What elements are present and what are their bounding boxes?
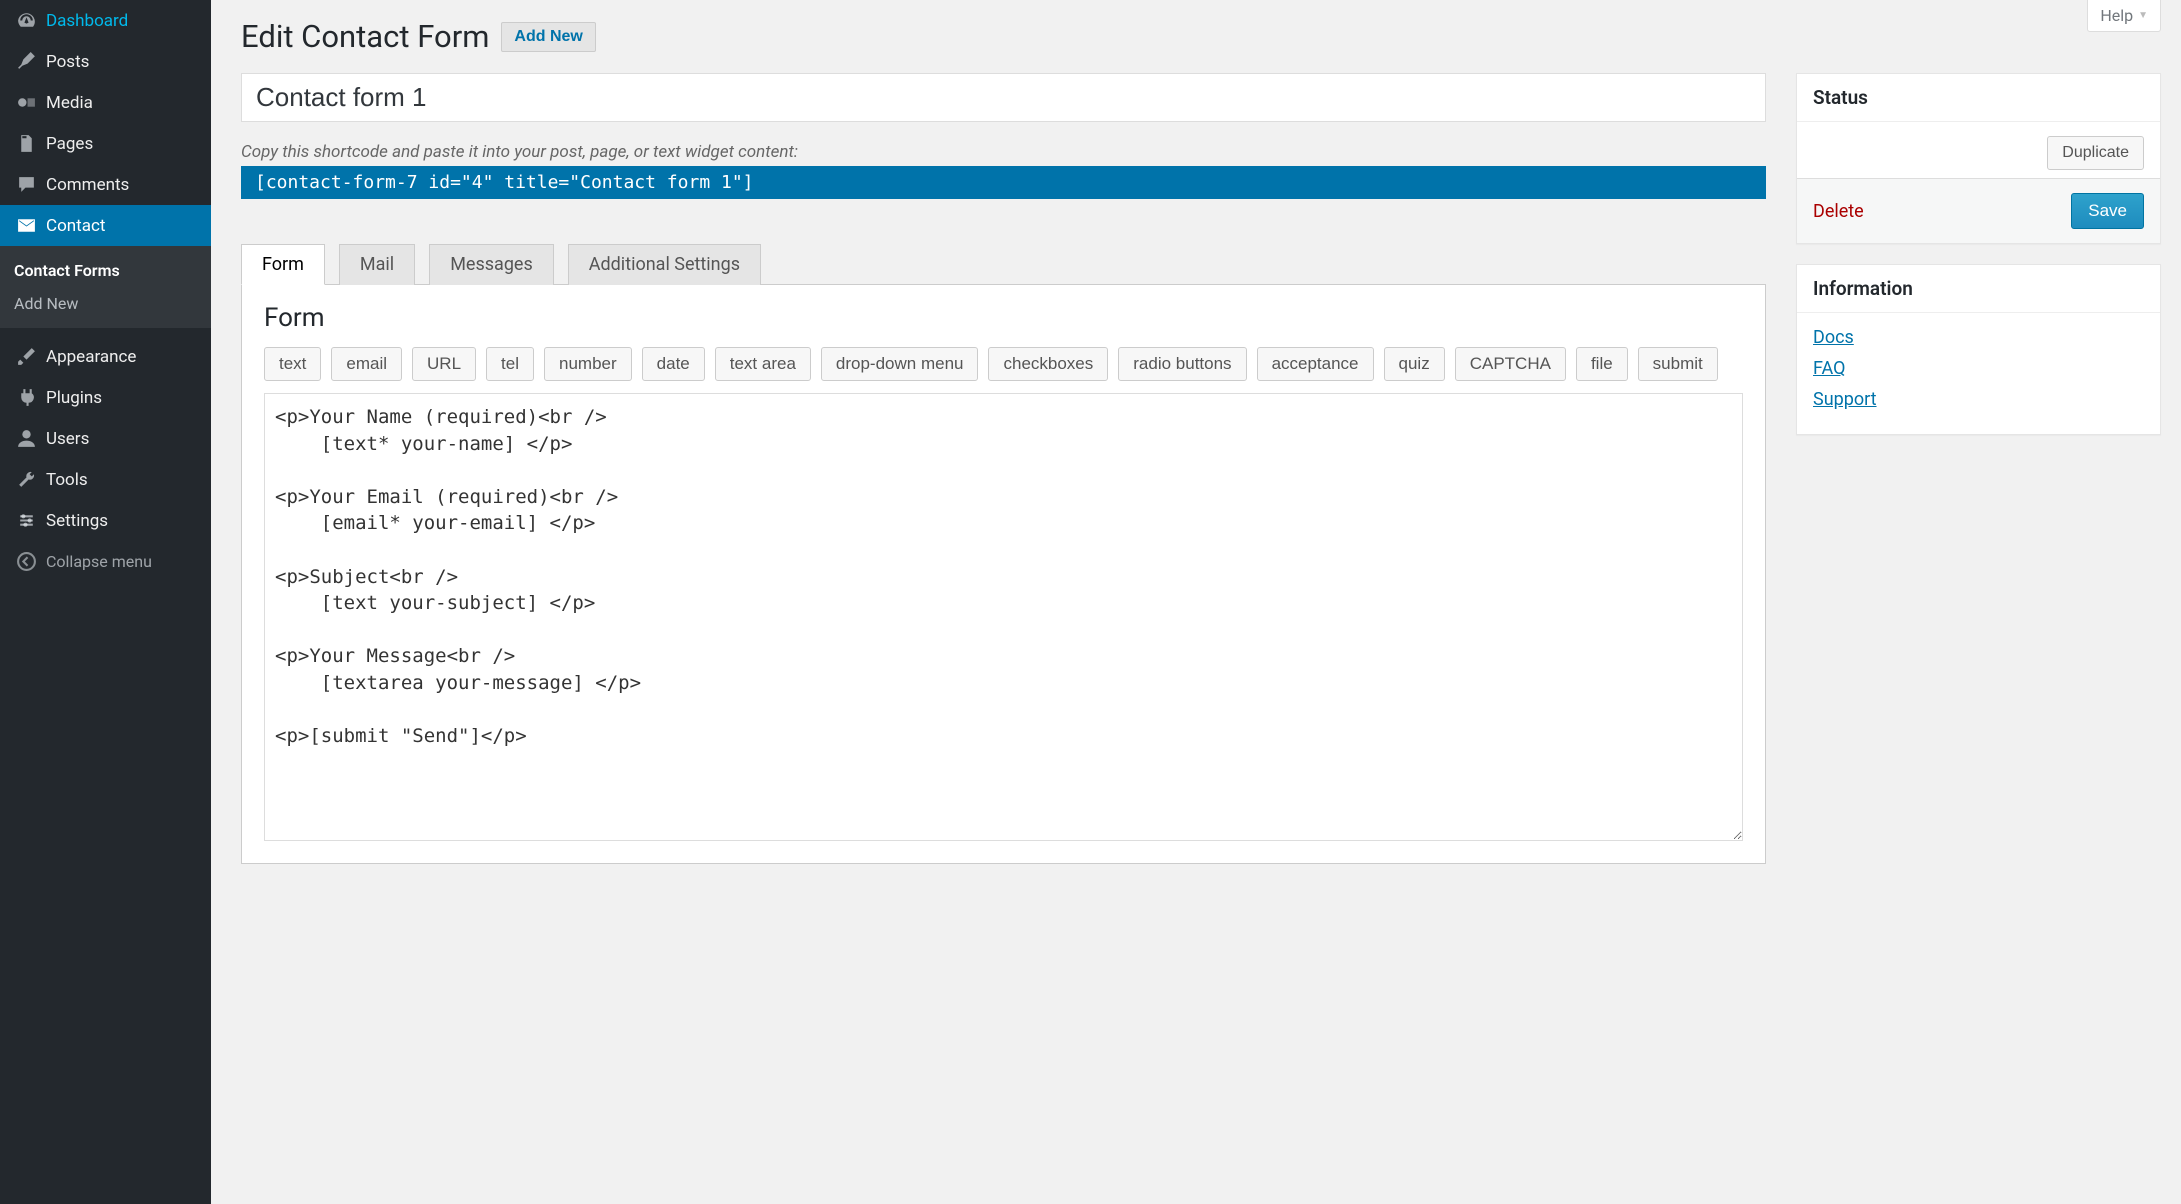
tab-additional-settings[interactable]: Additional Settings [568, 244, 761, 285]
shortcode-help-text: Copy this shortcode and paste it into yo… [241, 142, 1766, 162]
tag-generator-buttons: text email URL tel number date text area… [264, 347, 1743, 381]
tag-btn-textarea[interactable]: text area [715, 347, 811, 381]
info-link-faq[interactable]: FAQ [1813, 358, 2144, 379]
tag-btn-date[interactable]: date [642, 347, 705, 381]
save-button[interactable]: Save [2071, 193, 2144, 229]
shortcode-display[interactable]: [contact-form-7 id="4" title="Contact fo… [241, 166, 1766, 199]
form-title-input[interactable] [241, 73, 1766, 122]
tag-btn-submit[interactable]: submit [1638, 347, 1718, 381]
collapse-menu[interactable]: Collapse menu [0, 541, 211, 582]
info-link-docs[interactable]: Docs [1813, 327, 2144, 348]
media-icon [12, 92, 40, 113]
sidebar-item-label: Appearance [46, 347, 136, 367]
tab-form[interactable]: Form [241, 244, 325, 285]
page-title: Edit Contact Form [241, 18, 489, 55]
sidebar-item-label: Plugins [46, 388, 102, 408]
info-box-title: Information [1797, 265, 2160, 313]
wrench-icon [12, 469, 40, 490]
tag-btn-tel[interactable]: tel [486, 347, 534, 381]
pages-icon [12, 133, 40, 154]
sidebar-item-pages[interactable]: Pages [0, 123, 211, 164]
form-code-editor[interactable] [264, 393, 1743, 841]
user-icon [12, 428, 40, 449]
form-panel: Form text email URL tel number date text… [241, 285, 1766, 864]
help-label: Help [2100, 6, 2133, 25]
collapse-label: Collapse menu [46, 552, 152, 571]
sidebar-item-label: Comments [46, 175, 129, 195]
mail-icon [12, 215, 40, 236]
tag-btn-captcha[interactable]: CAPTCHA [1455, 347, 1566, 381]
tag-btn-text[interactable]: text [264, 347, 321, 381]
tag-btn-acceptance[interactable]: acceptance [1257, 347, 1374, 381]
brush-icon [12, 346, 40, 367]
plug-icon [12, 387, 40, 408]
tag-btn-number[interactable]: number [544, 347, 632, 381]
sidebar-item-contact[interactable]: Contact [0, 205, 211, 246]
sidebar-item-label: Dashboard [46, 11, 128, 31]
main-content: Help Edit Contact Form Add New Copy this… [211, 0, 2181, 1204]
sidebar-item-appearance[interactable]: Appearance [0, 336, 211, 377]
tab-mail[interactable]: Mail [339, 244, 415, 285]
sidebar-item-plugins[interactable]: Plugins [0, 377, 211, 418]
panel-heading: Form [264, 303, 1743, 333]
information-box: Information Docs FAQ Support [1796, 264, 2161, 435]
sidebar-submenu: Contact Forms Add New [0, 246, 211, 328]
pin-icon [12, 51, 40, 72]
sidebar-item-media[interactable]: Media [0, 82, 211, 123]
status-box: Status Duplicate Delete Save [1796, 73, 2161, 244]
sidebar-item-comments[interactable]: Comments [0, 164, 211, 205]
sidebar-item-users[interactable]: Users [0, 418, 211, 459]
sidebar-item-settings[interactable]: Settings [0, 500, 211, 541]
submenu-item-contact-forms[interactable]: Contact Forms [0, 254, 211, 287]
tag-btn-checkboxes[interactable]: checkboxes [988, 347, 1108, 381]
tag-btn-quiz[interactable]: quiz [1384, 347, 1445, 381]
tag-btn-dropdown[interactable]: drop-down menu [821, 347, 979, 381]
submenu-item-add-new[interactable]: Add New [0, 287, 211, 320]
sidebar-item-label: Contact [46, 216, 105, 236]
editor-tabs: Form Mail Messages Additional Settings [241, 243, 1766, 285]
sidebar-item-tools[interactable]: Tools [0, 459, 211, 500]
status-box-title: Status [1797, 74, 2160, 122]
tag-btn-radio[interactable]: radio buttons [1118, 347, 1246, 381]
sidebar-item-posts[interactable]: Posts [0, 41, 211, 82]
delete-link[interactable]: Delete [1813, 201, 1864, 222]
collapse-icon [12, 551, 40, 572]
sidebar-item-label: Tools [46, 470, 88, 490]
duplicate-button[interactable]: Duplicate [2047, 136, 2144, 170]
sidebar-item-label: Settings [46, 511, 108, 531]
tab-messages[interactable]: Messages [429, 244, 554, 285]
settings-icon [12, 510, 40, 531]
sidebar-item-label: Users [46, 429, 89, 449]
sidebar-item-label: Media [46, 93, 93, 113]
admin-sidebar: Dashboard Posts Media Pages Comments Con… [0, 0, 211, 1204]
sidebar-item-label: Pages [46, 134, 93, 154]
sidebar-item-dashboard[interactable]: Dashboard [0, 0, 211, 41]
tag-btn-email[interactable]: email [331, 347, 402, 381]
sidebar-item-label: Posts [46, 52, 89, 72]
info-link-support[interactable]: Support [1813, 389, 2144, 410]
help-tab[interactable]: Help [2087, 0, 2161, 32]
dashboard-icon [12, 10, 40, 31]
tag-btn-url[interactable]: URL [412, 347, 476, 381]
add-new-button[interactable]: Add New [501, 22, 595, 52]
tag-btn-file[interactable]: file [1576, 347, 1628, 381]
comment-icon [12, 174, 40, 195]
